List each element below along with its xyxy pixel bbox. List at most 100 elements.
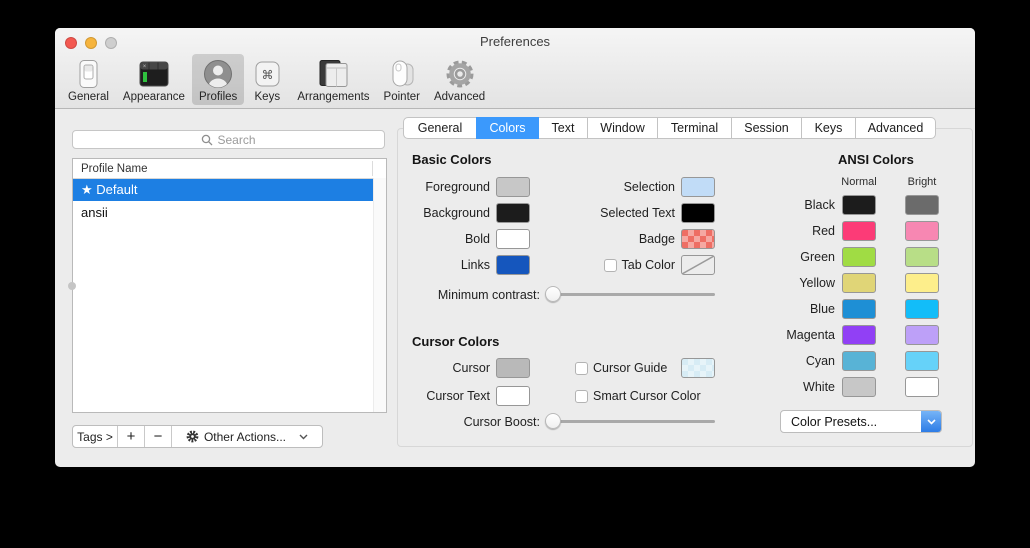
cursor-text-color-well[interactable] xyxy=(496,386,530,406)
ansi-cyan-bright-well[interactable] xyxy=(905,351,939,371)
selection-color-well[interactable] xyxy=(681,177,715,197)
ansi-magenta-bright-well[interactable] xyxy=(905,325,939,345)
preferences-window: Preferences General × Appearance Profile… xyxy=(55,28,975,467)
ansi-white-bright-well[interactable] xyxy=(905,377,939,397)
smart-cursor-color-checkbox[interactable] xyxy=(575,390,588,403)
tab-general[interactable]: General xyxy=(403,117,477,139)
ansi-blue-normal-well[interactable] xyxy=(842,299,876,319)
toolbar-item-general[interactable]: General xyxy=(61,54,116,105)
color-label: Selection xyxy=(540,180,675,194)
slider-knob[interactable] xyxy=(545,413,561,429)
color-label: Green xyxy=(755,250,835,264)
chevron-down-icon xyxy=(299,434,308,440)
cursor-boost-slider[interactable] xyxy=(545,411,715,432)
toolbar-item-arrangements[interactable]: Arrangements xyxy=(290,54,376,105)
color-label: White xyxy=(755,380,835,394)
cursor-guide-color-well[interactable] xyxy=(681,358,715,378)
other-actions-button[interactable]: Other Actions... xyxy=(172,426,322,447)
column-divider xyxy=(372,161,373,176)
color-label: Yellow xyxy=(755,276,835,290)
search-input[interactable]: Search xyxy=(72,130,385,149)
ansi-red-normal-well[interactable] xyxy=(842,221,876,241)
slider-track[interactable] xyxy=(545,293,715,296)
tab-window[interactable]: Window xyxy=(587,117,658,139)
tab-keys[interactable]: Keys xyxy=(801,117,856,139)
toolbar-item-keys[interactable]: ⌘ Keys xyxy=(244,54,290,105)
ansi-yellow-normal-well[interactable] xyxy=(842,273,876,293)
cursor-boost-label: Cursor Boost: xyxy=(412,415,540,429)
tab-label: Terminal xyxy=(671,121,718,135)
slider-track[interactable] xyxy=(545,420,715,423)
toolbar-item-label: Keys xyxy=(255,91,281,103)
cursor-color-row: Cursor xyxy=(412,358,530,378)
scrollbar-track[interactable] xyxy=(373,178,386,412)
tab-color-well[interactable] xyxy=(681,255,715,275)
profile-row-default[interactable]: ★ Default xyxy=(73,179,373,201)
ansi-yellow-bright-well[interactable] xyxy=(905,273,939,293)
color-label: Bold xyxy=(412,232,490,246)
tab-colors[interactable]: Colors xyxy=(476,117,539,139)
appearance-window-icon: × xyxy=(137,57,171,90)
toolbar-item-pointer[interactable]: Pointer xyxy=(377,54,427,105)
color-label: Tab Color xyxy=(622,258,676,272)
search-icon xyxy=(201,134,213,146)
tab-session[interactable]: Session xyxy=(731,117,802,139)
profile-name-column-header: Profile Name xyxy=(81,163,147,175)
tab-label: Session xyxy=(744,121,788,135)
color-label: Links xyxy=(412,258,490,272)
ansi-red-bright-well[interactable] xyxy=(905,221,939,241)
toolbar-item-advanced[interactable]: Advanced xyxy=(427,54,492,105)
search-placeholder: Search xyxy=(217,133,255,147)
tab-advanced[interactable]: Advanced xyxy=(855,117,936,139)
color-label: Cyan xyxy=(755,354,835,368)
foreground-color-well[interactable] xyxy=(496,177,530,197)
tab-label: Window xyxy=(600,121,644,135)
color-presets-label: Color Presets... xyxy=(781,415,921,429)
profile-list-header[interactable]: Profile Name xyxy=(73,159,386,179)
toolbar-item-profiles[interactable]: Profiles xyxy=(192,54,244,105)
tab-terminal[interactable]: Terminal xyxy=(657,117,732,139)
ansi-cyan-normal-well[interactable] xyxy=(842,351,876,371)
cursor-color-well[interactable] xyxy=(496,358,530,378)
minimum-contrast-label: Minimum contrast: xyxy=(412,288,540,302)
background-color-well[interactable] xyxy=(496,203,530,223)
tab-label: Text xyxy=(552,121,575,135)
links-color-well[interactable] xyxy=(496,255,530,275)
links-color-row: Links xyxy=(412,255,530,275)
ansi-magenta-normal-well[interactable] xyxy=(842,325,876,345)
ansi-green-bright-well[interactable] xyxy=(905,247,939,267)
toolbar-item-label: Appearance xyxy=(123,91,185,103)
profile-tabs: General Colors Text Window Terminal Sess… xyxy=(403,117,936,139)
ansi-blue-bright-well[interactable] xyxy=(905,299,939,319)
remove-profile-button[interactable]: − xyxy=(145,426,172,447)
cursor-guide-checkbox[interactable] xyxy=(575,362,588,375)
tab-text[interactable]: Text xyxy=(538,117,588,139)
toolbar-item-appearance[interactable]: × Appearance xyxy=(116,54,192,105)
ansi-black-normal-well[interactable] xyxy=(842,195,876,215)
minimum-contrast-slider[interactable] xyxy=(545,284,715,305)
selected-text-color-row: Selected Text xyxy=(540,203,715,223)
ansi-green-normal-well[interactable] xyxy=(842,247,876,267)
ansi-white-normal-well[interactable] xyxy=(842,377,876,397)
other-actions-label: Other Actions... xyxy=(204,430,286,444)
tab-label: General xyxy=(418,121,462,135)
toolbar-item-label: Profiles xyxy=(199,91,237,103)
command-key-icon: ⌘ xyxy=(251,57,283,90)
add-profile-button[interactable]: + xyxy=(118,426,145,447)
badge-color-well[interactable] xyxy=(681,229,715,249)
profile-list: Profile Name ★ Default ansii xyxy=(72,158,387,413)
slider-knob[interactable] xyxy=(545,286,561,302)
toolbar-item-label: Arrangements xyxy=(297,91,369,103)
profile-row-ansii[interactable]: ansii xyxy=(73,201,373,223)
selected-text-color-well[interactable] xyxy=(681,203,715,223)
tab-color-checkbox[interactable] xyxy=(604,259,617,272)
ansi-white-row: White xyxy=(755,377,939,397)
profile-person-icon xyxy=(202,57,234,90)
tags-button[interactable]: Tags > xyxy=(73,426,118,447)
tab-label: Keys xyxy=(815,121,843,135)
ansi-normal-column-label: Normal xyxy=(839,176,879,188)
color-presets-dropdown[interactable]: Color Presets... xyxy=(780,410,942,433)
bold-color-well[interactable] xyxy=(496,229,530,249)
ansi-black-bright-well[interactable] xyxy=(905,195,939,215)
smart-cursor-color-row: Smart Cursor Color xyxy=(575,386,701,406)
